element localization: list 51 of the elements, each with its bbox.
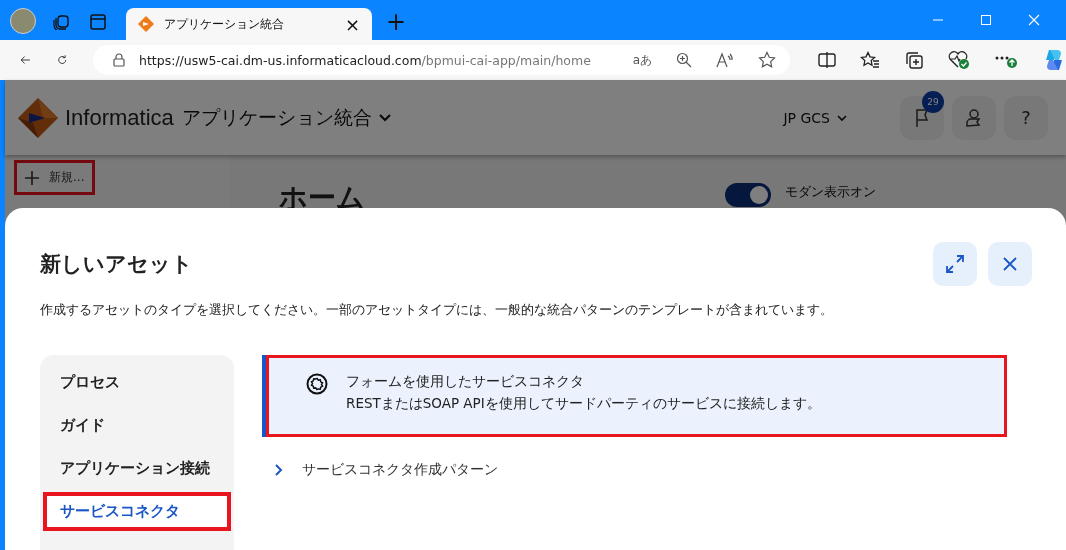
- chevron-down-icon: [377, 112, 392, 123]
- maximize-icon[interactable]: [980, 14, 992, 26]
- flag-icon: [914, 107, 930, 128]
- dialog-description: 作成するアセットのタイプを選択してください。一部のアセットタイプには、一般的な統合パターンのテンプレートが含まれています。: [40, 301, 834, 319]
- zoom-icon[interactable]: [676, 52, 692, 68]
- close-button[interactable]: [988, 242, 1032, 286]
- close-icon: [1002, 256, 1018, 272]
- user-icon: [965, 107, 983, 128]
- expand-button[interactable]: [933, 242, 977, 286]
- informatica-logo-icon: [138, 16, 154, 32]
- asset-option[interactable]: フォームを使用したサービスコネクタ RESTまたはSOAP APIを使用してサードパーティのサービスに接続します。: [262, 355, 1007, 437]
- lock-icon: [113, 53, 125, 67]
- health-icon[interactable]: [948, 50, 970, 70]
- translate-button[interactable]: aあ: [632, 51, 652, 69]
- page-title: ホーム: [279, 180, 365, 216]
- category-item[interactable]: プロセス: [43, 363, 231, 402]
- modern-view-toggle[interactable]: [725, 183, 771, 207]
- dialog-title: 新しいアセット: [40, 251, 194, 278]
- help-button[interactable]: ?: [1004, 95, 1048, 140]
- close-icon[interactable]: [1028, 14, 1040, 26]
- new-button[interactable]: 新規...: [17, 163, 93, 192]
- category-item[interactable]: アプリケーション接続: [43, 449, 231, 488]
- notification-badge: 29: [922, 91, 944, 113]
- chevron-icon: [274, 463, 284, 477]
- option-description: RESTまたはSOAP APIを使用してサードパーティのサービスに接続します。: [346, 395, 821, 413]
- toggle-label: モダン表示オン: [785, 183, 876, 201]
- org-switcher[interactable]: JP GCS: [783, 109, 848, 126]
- user-button[interactable]: [952, 95, 996, 140]
- product-switcher[interactable]: アプリケーション統合: [181, 104, 392, 131]
- tab-title: アプリケーション統合: [164, 15, 285, 33]
- browser-tab[interactable]: アプリケーション統合 ×: [126, 8, 372, 40]
- new-tab-button[interactable]: +: [386, 8, 407, 36]
- informatica-logo: [17, 96, 59, 139]
- tab-actions-icon[interactable]: [90, 14, 106, 30]
- address-bar[interactable]: https://usw5-cai.dm-us.informaticacloud.com/bpmui-cai-app/main/home aあ: [93, 45, 790, 75]
- collections-icon[interactable]: [904, 50, 924, 70]
- workspaces-icon[interactable]: [52, 12, 70, 30]
- star-icon[interactable]: [758, 51, 776, 69]
- category-item[interactable]: サービスコネクタ: [43, 492, 231, 531]
- gear-icon: [306, 373, 328, 395]
- brand-name: Informatica: [65, 104, 174, 131]
- expand-icon: [945, 254, 965, 274]
- option-title: フォームを使用したサービスコネクタ: [346, 373, 585, 391]
- category-item[interactable]: ガイド: [43, 406, 231, 445]
- pattern-group[interactable]: サービスコネクタ作成パターン: [262, 437, 1007, 503]
- read-aloud-icon[interactable]: [716, 52, 734, 68]
- favorites-icon[interactable]: [860, 51, 880, 69]
- chevron-down-icon: [836, 113, 848, 122]
- split-screen-icon[interactable]: [818, 52, 836, 68]
- tab-close-button[interactable]: ×: [344, 13, 360, 35]
- plus-icon: [25, 170, 39, 185]
